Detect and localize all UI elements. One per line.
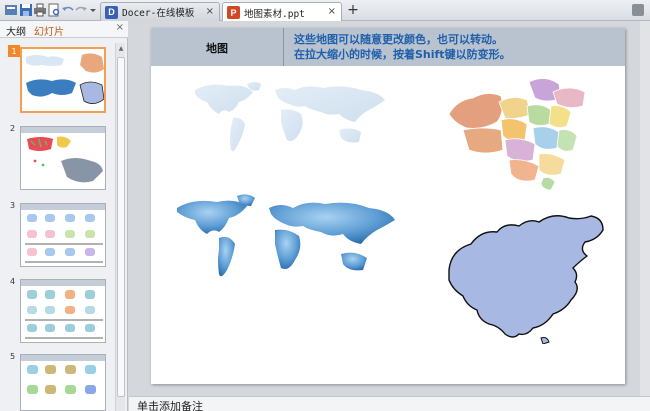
slide-panel: 大纲 幻灯片 × 1 2 3 4 5 ▲	[0, 21, 128, 411]
description-line-2: 在拉大缩小的时候，按着Shift键以防变形。	[294, 48, 511, 61]
close-tab-icon[interactable]: ×	[328, 6, 336, 17]
tab-label: 地图素材.ppt	[244, 8, 305, 20]
slide-number: 5	[10, 352, 16, 361]
scrollbar-thumb[interactable]	[117, 57, 125, 397]
new-tab-button[interactable]: +	[346, 3, 360, 17]
slide-thumbnail-row[interactable]: 4	[0, 277, 118, 345]
slide-thumbnail-row[interactable]: 5	[0, 352, 118, 411]
title-bar: D Docer-在线模板 × P 地图素材.ppt × +	[0, 0, 650, 22]
slide-editor: 地图 这些地图可以随意更改颜色，也可以转动。 在拉大缩小的时候，按着Shift键…	[129, 21, 650, 396]
undo-icon[interactable]	[61, 3, 75, 17]
close-panel-icon[interactable]: ×	[116, 22, 124, 33]
slide-title[interactable]: 地图	[151, 40, 283, 56]
tab-slides[interactable]: 幻灯片	[34, 23, 64, 38]
tab-docer[interactable]: D Docer-在线模板 ×	[100, 2, 220, 21]
editor-scrollbar[interactable]	[640, 21, 650, 396]
tab-label: Docer-在线模板	[122, 8, 195, 19]
slide-thumbnail[interactable]	[20, 203, 106, 267]
slide-thumbnail[interactable]	[20, 354, 106, 411]
slide-number: 3	[10, 201, 16, 210]
panel-scrollbar[interactable]: ▲	[115, 43, 125, 411]
print-icon[interactable]	[33, 3, 47, 17]
slide-number: 1	[8, 45, 20, 57]
description-line-1: 这些地图可以随意更改颜色，也可以转动。	[294, 33, 503, 46]
ppt-file-icon: P	[227, 6, 240, 19]
scroll-up-icon[interactable]: ▲	[117, 45, 125, 53]
window-menu-icon[interactable]	[632, 4, 644, 16]
tab-ppt-file[interactable]: P 地图素材.ppt ×	[222, 2, 342, 22]
world-map-blue[interactable]	[173, 192, 399, 288]
header-divider	[283, 28, 284, 66]
slide-thumbnail-row[interactable]: 2	[0, 124, 118, 192]
docer-logo-icon: D	[105, 5, 118, 19]
slide-description[interactable]: 这些地图可以随意更改颜色，也可以转动。 在拉大缩小的时候，按着Shift键以防变…	[294, 32, 511, 62]
slide-thumbnail[interactable]	[20, 47, 106, 113]
notes-pane[interactable]: 单击添加备注	[129, 396, 650, 411]
china-map-outline[interactable]	[441, 210, 609, 344]
tab-outline[interactable]: 大纲	[6, 23, 26, 38]
slide-canvas[interactable]: 地图 这些地图可以随意更改颜色，也可以转动。 在拉大缩小的时候，按着Shift键…	[151, 28, 625, 384]
close-tab-icon[interactable]: ×	[206, 6, 214, 17]
slide-thumbnail-row[interactable]: 1	[0, 45, 118, 117]
panel-tabs: 大纲 幻灯片 ×	[0, 21, 128, 38]
world-map-light[interactable]	[189, 80, 389, 158]
slide-thumbnail-row[interactable]: 3	[0, 201, 118, 269]
slide-number: 4	[10, 277, 16, 286]
slide-thumbnail[interactable]	[20, 279, 106, 343]
print-preview-icon[interactable]	[47, 3, 61, 17]
notes-placeholder[interactable]: 单击添加备注	[137, 398, 203, 411]
redo-icon[interactable]	[74, 3, 88, 17]
save-icon[interactable]	[19, 3, 33, 17]
china-map-colored[interactable]	[443, 74, 591, 194]
app-menu-icon[interactable]	[4, 3, 18, 17]
slide-thumbnail[interactable]	[20, 126, 106, 190]
slide-header: 地图 这些地图可以随意更改颜色，也可以转动。 在拉大缩小的时候，按着Shift键…	[151, 28, 625, 66]
slide-number: 2	[10, 124, 16, 133]
